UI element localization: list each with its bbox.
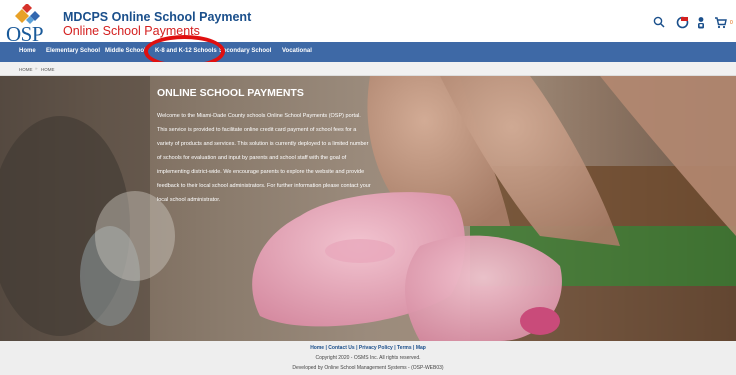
nav-home[interactable]: Home	[19, 48, 36, 54]
osp-logo[interactable]: OSP	[6, 4, 62, 46]
nav-middle-school[interactable]: Middle School	[105, 48, 146, 54]
cart-count-badge: 0	[730, 20, 733, 26]
breadcrumb: HOME » HOME	[0, 62, 736, 76]
breadcrumb-item-current: HOME	[41, 67, 55, 72]
nav-vocational[interactable]: Vocational	[282, 48, 312, 54]
search-icon[interactable]	[651, 14, 667, 30]
page: OSP MDCPS Online School Payment Online S…	[0, 0, 736, 375]
cart-icon[interactable]	[712, 14, 728, 30]
header: OSP MDCPS Online School Payment Online S…	[0, 0, 736, 46]
hero-body-text: Welcome to the Miami-Dade County schools…	[157, 113, 371, 203]
site-title: MDCPS Online School Payment	[63, 10, 252, 24]
footer-link-contact-us[interactable]: Contact Us	[328, 345, 354, 351]
footer-link-home[interactable]: Home	[310, 345, 324, 351]
payment-icon[interactable]	[674, 14, 690, 30]
hero-banner: ONLINE SCHOOL PAYMENTS Welcome to the Mi…	[0, 76, 736, 341]
footer: Home | Contact Us | Privacy Policy | Ter…	[0, 341, 736, 375]
breadcrumb-separator: »	[35, 66, 38, 71]
footer-link-map[interactable]: Map	[416, 345, 426, 351]
breadcrumb-item-home[interactable]: HOME	[19, 67, 33, 72]
nav-secondary-school[interactable]: Secondary School	[219, 48, 271, 54]
footer-link-privacy-policy[interactable]: Privacy Policy	[359, 345, 393, 351]
nav-elementary-school[interactable]: Elementary School	[46, 48, 100, 54]
footer-copyright: Copyright 2020 - OSMS Inc. All rights re…	[315, 355, 421, 361]
footer-developed-by: Developed by Online School Management Sy…	[292, 365, 444, 371]
user-icon[interactable]	[693, 14, 709, 30]
main-nav: Home Elementary School Middle School K-8…	[0, 42, 736, 62]
hero-title: ONLINE SCHOOL PAYMENTS	[157, 87, 304, 99]
footer-link-terms[interactable]: Terms	[397, 345, 412, 351]
footer-links: Home | Contact Us | Privacy Policy | Ter…	[310, 345, 426, 351]
